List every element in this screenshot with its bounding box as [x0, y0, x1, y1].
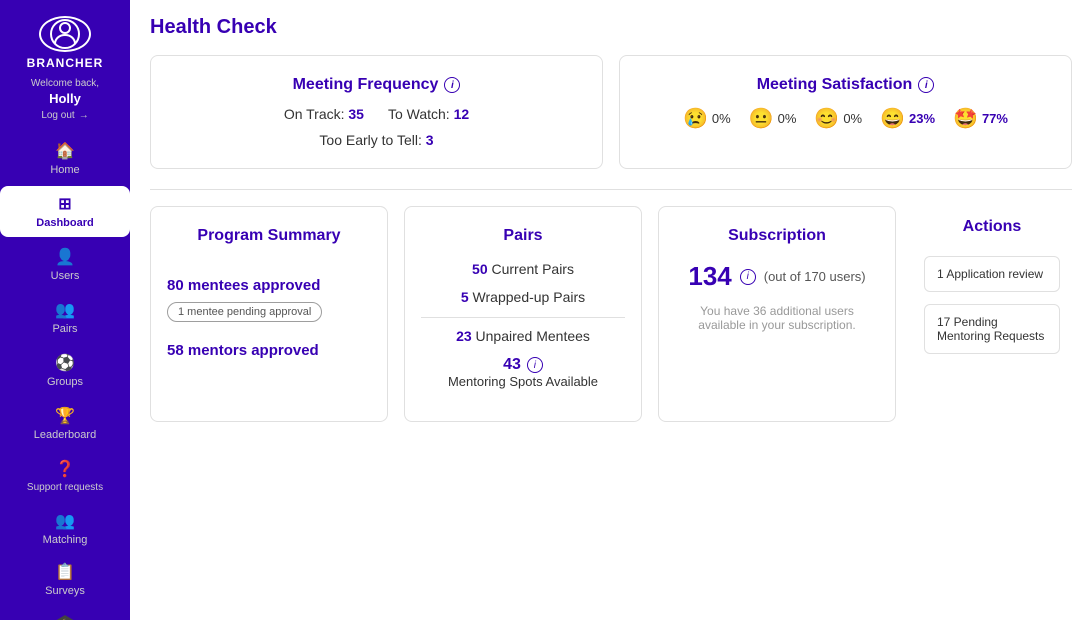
- logo: [39, 16, 91, 52]
- users-icon: 👤: [55, 247, 75, 267]
- sat-link-4[interactable]: 23%: [909, 111, 935, 126]
- sidebar-item-support[interactable]: ❓ Support requests: [0, 451, 130, 501]
- dashboard-icon: ⊞: [58, 194, 71, 214]
- pairs-divider: [421, 317, 625, 318]
- sat-item-3: 😊 0%: [814, 106, 862, 131]
- mentoring-spots-row: 43 i: [421, 356, 625, 374]
- subscription-info-icon[interactable]: i: [740, 269, 756, 285]
- satisfaction-row: 😢 0% 😐 0% 😊 0% 😄 23% 🤩 77%: [644, 106, 1047, 131]
- matching-icon: 👥: [55, 511, 75, 531]
- page-title: Health Check: [150, 16, 1072, 39]
- health-check-row: Meeting Frequency i On Track: 35 To Watc…: [150, 55, 1072, 169]
- actions-title: Actions: [924, 218, 1060, 236]
- mentees-approved-label: 80 mentees approved: [167, 277, 371, 294]
- wrapped-num: 5: [461, 289, 469, 305]
- logout-button[interactable]: Log out →: [41, 110, 88, 121]
- sidebar-item-training[interactable]: 🎓 Training: [41, 605, 88, 620]
- subscription-title: Subscription: [675, 227, 879, 245]
- sat-item-2: 😐 0%: [749, 106, 797, 131]
- meeting-satisfaction-title: Meeting Satisfaction i: [644, 76, 1047, 94]
- main-content: Health Check Meeting Frequency i On Trac…: [130, 0, 1092, 620]
- to-watch-stat: To Watch: 12: [388, 106, 469, 122]
- on-track-value: 35: [348, 106, 364, 122]
- current-pairs-num: 50: [472, 261, 488, 277]
- too-early-value: 3: [426, 132, 434, 148]
- sidebar-item-home[interactable]: 🏠 Home: [0, 133, 130, 184]
- unpaired-stat: 23 Unpaired Mentees: [421, 328, 625, 344]
- sat-item-4: 😄 23%: [880, 106, 935, 131]
- section-divider: [150, 189, 1072, 190]
- training-icon: 🎓: [55, 613, 75, 620]
- sidebar: BRANCHER Welcome back, Holly Log out → 🏠…: [0, 0, 130, 620]
- spots-label: Mentoring Spots Available: [421, 374, 625, 389]
- program-summary-title: Program Summary: [167, 227, 371, 245]
- actions-column: Actions 1 Application review 17 Pending …: [912, 206, 1072, 422]
- too-early-stat: Too Early to Tell: 3: [175, 132, 578, 148]
- sidebar-item-matching[interactable]: 👥 Matching: [0, 503, 130, 554]
- to-watch-value: 12: [454, 106, 470, 122]
- support-icon: ❓: [55, 459, 75, 479]
- meeting-satisfaction-card: Meeting Satisfaction i 😢 0% 😐 0% 😊 0% 😄: [619, 55, 1072, 169]
- brand-name: BRANCHER: [27, 56, 104, 70]
- current-pairs-stat: 50 Current Pairs: [421, 261, 625, 277]
- program-summary-card: Program Summary 80 mentees approved 1 me…: [150, 206, 388, 422]
- sat-link-5[interactable]: 77%: [982, 111, 1008, 126]
- sidebar-item-pairs[interactable]: 👥 Pairs: [0, 292, 130, 343]
- sidebar-item-users[interactable]: 👤 Users: [0, 239, 130, 290]
- pending-badge: 1 mentee pending approval: [167, 302, 322, 322]
- sidebar-item-dashboard[interactable]: ⊞ Dashboard: [0, 186, 130, 237]
- meeting-satisfaction-info-icon[interactable]: i: [918, 77, 934, 93]
- pairs-title: Pairs: [421, 227, 625, 245]
- mentors-approved-label: 58 mentors approved: [167, 342, 371, 359]
- username: Holly: [49, 91, 81, 106]
- spots-num: 43: [503, 356, 521, 374]
- action-item-2[interactable]: 17 Pending Mentoring Requests: [924, 304, 1060, 354]
- spots-info-icon[interactable]: i: [527, 357, 543, 373]
- meeting-frequency-card: Meeting Frequency i On Track: 35 To Watc…: [150, 55, 603, 169]
- pairs-icon: 👥: [55, 300, 75, 320]
- sidebar-nav: 🏠 Home ⊞ Dashboard 👤 Users 👥 Pairs ⚽ Gro…: [0, 133, 130, 554]
- unpaired-num: 23: [456, 328, 472, 344]
- meeting-frequency-title: Meeting Frequency i: [175, 76, 578, 94]
- meeting-frequency-stats: On Track: 35 To Watch: 12: [175, 106, 578, 122]
- wrapped-pairs-stat: 5 Wrapped-up Pairs: [421, 289, 625, 305]
- groups-icon: ⚽: [55, 353, 75, 373]
- leaderboard-icon: 🏆: [55, 406, 75, 426]
- subscription-out-of: (out of 170 users): [764, 269, 866, 284]
- sidebar-bottom: 📋 Surveys 🎓 Training: [0, 554, 130, 620]
- surveys-icon: 📋: [55, 562, 75, 582]
- on-track-stat: On Track: 35: [284, 106, 364, 122]
- home-icon: 🏠: [55, 141, 75, 161]
- sat-item-1: 😢 0%: [683, 106, 731, 131]
- subscription-value: 134: [688, 261, 731, 292]
- subscription-note: You have 36 additional users available i…: [675, 304, 879, 332]
- sat-item-5: 🤩 77%: [953, 106, 1008, 131]
- welcome-text: Welcome back,: [31, 78, 99, 89]
- sidebar-item-groups[interactable]: ⚽ Groups: [0, 345, 130, 396]
- dashboard-cards: Program Summary 80 mentees approved 1 me…: [150, 206, 1072, 422]
- meeting-frequency-info-icon[interactable]: i: [444, 77, 460, 93]
- subscription-card: Subscription 134 i (out of 170 users) Yo…: [658, 206, 896, 422]
- sidebar-item-leaderboard[interactable]: 🏆 Leaderboard: [0, 398, 130, 449]
- action-item-1[interactable]: 1 Application review: [924, 256, 1060, 292]
- pairs-card: Pairs 50 Current Pairs 5 Wrapped-up Pair…: [404, 206, 642, 422]
- sidebar-item-surveys[interactable]: 📋 Surveys: [41, 554, 89, 605]
